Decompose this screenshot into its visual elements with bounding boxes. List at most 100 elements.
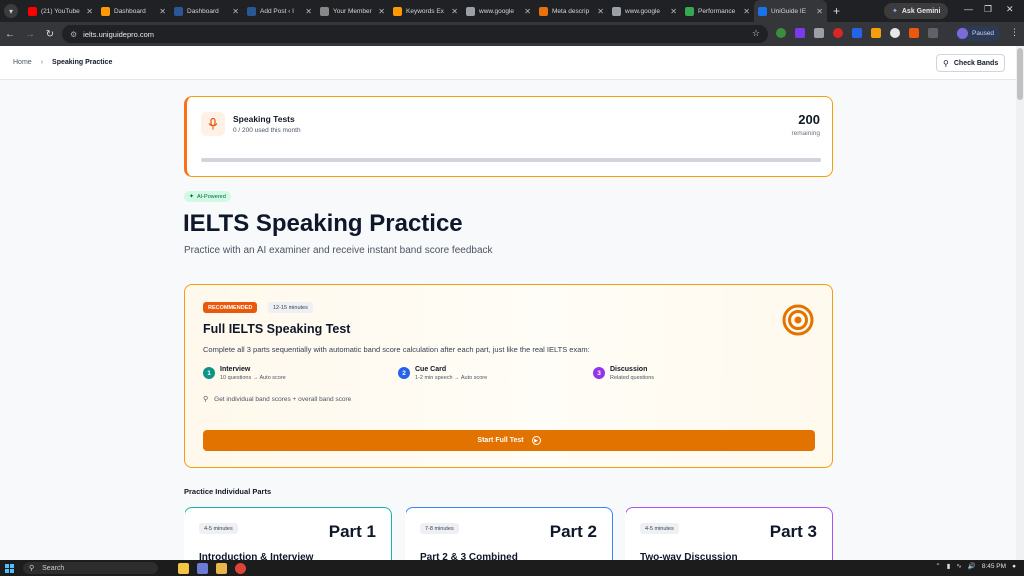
tab-7[interactable]: Meta descrip ✕	[535, 0, 608, 22]
tab-close-icon[interactable]: ✕	[232, 7, 239, 16]
part-label: Part 2	[549, 522, 597, 541]
tab-4[interactable]: Your Member ✕	[316, 0, 389, 22]
tab-close-icon[interactable]: ✕	[524, 7, 531, 16]
check-bands-label: Check Bands	[953, 59, 999, 67]
breadcrumb-current: Speaking Practice	[52, 59, 113, 66]
recommended-badge: RECOMMENDED	[203, 302, 258, 313]
check-bands-button[interactable]: ⚲ Check Bands	[936, 54, 1006, 72]
tab-close-icon[interactable]: ✕	[670, 7, 677, 16]
usage-subtitle: 0 / 200 used this month	[233, 127, 301, 134]
ask-gemini-button[interactable]: ✦ Ask Gemini	[884, 3, 949, 19]
page-subtitle: Practice with an AI examiner and receive…	[184, 245, 493, 256]
step-number: 1	[203, 367, 215, 379]
site-info-icon[interactable]: ⚙	[70, 30, 77, 39]
tab-6[interactable]: www.google ✕	[462, 0, 535, 22]
tab-8[interactable]: www.google ✕	[608, 0, 681, 22]
chrome-icon[interactable]	[235, 562, 246, 574]
windows-start-icon[interactable]	[5, 563, 14, 573]
part-duration-badge: 4-5 minutes	[199, 523, 238, 534]
window-close-icon[interactable]: ✕	[1006, 4, 1014, 15]
extension-red-icon[interactable]	[833, 28, 843, 38]
restore-icon[interactable]: ❐	[984, 4, 992, 15]
search-placeholder: Search	[42, 564, 65, 572]
grammarly-extension-icon[interactable]	[776, 28, 786, 38]
part-name: Introduction & Interview	[199, 552, 314, 560]
tab-favicon-icon	[101, 6, 110, 16]
step-interview: 1 Interview 10 questions → Auto score	[203, 366, 286, 381]
url-text[interactable]: ielts.uniguidepro.com	[83, 30, 154, 39]
tab-title: www.google	[479, 7, 515, 15]
forward-icon[interactable]: →	[20, 29, 40, 40]
tab-title: www.google	[625, 7, 661, 15]
tab-close-icon[interactable]: ✕	[159, 7, 166, 16]
tab-9[interactable]: Performance ✕	[681, 0, 754, 22]
tab-title: Meta descrip	[552, 7, 590, 15]
battery-icon[interactable]: ▮	[947, 562, 951, 570]
extension-circle-icon[interactable]	[890, 28, 900, 38]
tab-10-active[interactable]: UniGuide IE ✕	[754, 0, 827, 22]
full-test-card[interactable]: RECOMMENDED 12-15 minutes Full IELTS Spe…	[184, 284, 833, 468]
tab-5[interactable]: Keywords Ex ✕	[389, 0, 462, 22]
profile-status: Paused	[972, 30, 995, 37]
tab-close-icon[interactable]: ✕	[378, 7, 385, 16]
notification-bell-icon[interactable]: ●	[1012, 563, 1016, 570]
tab-2[interactable]: Dashboard ✕	[170, 0, 243, 22]
task-view-icon[interactable]	[197, 562, 208, 574]
tab-0[interactable]: (21) YouTube ✕	[24, 0, 97, 22]
tab-search-button[interactable]: ▾	[4, 4, 18, 18]
volume-icon[interactable]: 🔊	[968, 562, 976, 570]
start-full-test-button[interactable]: Start Full Test ▶	[203, 430, 815, 451]
wifi-icon[interactable]: ∿	[956, 562, 961, 570]
clock[interactable]: 8:45 PM	[982, 563, 1006, 570]
tab-close-icon[interactable]: ✕	[451, 7, 458, 16]
extensions-puzzle-icon[interactable]	[928, 28, 938, 38]
back-icon[interactable]: ←	[0, 29, 20, 40]
extension-s-icon[interactable]	[795, 28, 805, 38]
tab-close-icon[interactable]: ✕	[816, 7, 823, 16]
part-2-card[interactable]: 7-8 minutes Part 2 Part 2 & 3 Combined	[404, 507, 613, 560]
tab-title: Dashboard	[187, 7, 219, 15]
tab-title: Add Post ‹ I	[260, 7, 294, 15]
step-number: 3	[593, 367, 605, 379]
extension-amazon-icon[interactable]	[871, 28, 881, 38]
windows-taskbar: ⚲ Search ⌃ ▮ ∿ 🔊 8:45 PM ●	[0, 560, 1024, 576]
copilot-sparkle-icon[interactable]	[178, 562, 189, 574]
breadcrumb-home-link[interactable]: Home	[13, 59, 32, 66]
part-3-card[interactable]: 4-5 minutes Part 3 Two-way Discussion	[624, 507, 833, 560]
scrollbar-thumb[interactable]	[1017, 48, 1023, 100]
file-explorer-icon[interactable]	[216, 562, 227, 574]
profile-button[interactable]: Paused	[955, 26, 1001, 41]
taskbar-search[interactable]: ⚲ Search	[23, 562, 158, 574]
reload-icon[interactable]: ↻	[40, 29, 60, 40]
bookmark-star-icon[interactable]: ☆	[752, 28, 760, 39]
extension-shield-icon[interactable]	[852, 28, 862, 38]
tab-favicon-icon	[393, 6, 402, 16]
breadcrumb: Home › Speaking Practice	[13, 59, 112, 66]
tab-favicon-icon	[612, 6, 621, 16]
tab-3[interactable]: Add Post ‹ I ✕	[243, 0, 316, 22]
tab-close-icon[interactable]: ✕	[743, 7, 750, 16]
full-test-note: ⚲ Get individual band scores + overall ba…	[203, 395, 351, 404]
target-icon	[782, 304, 814, 336]
tab-close-icon[interactable]: ✕	[305, 7, 312, 16]
part-name: Two-way Discussion	[640, 552, 738, 560]
new-tab-icon[interactable]: +	[833, 4, 840, 18]
extension-orange-icon[interactable]	[909, 28, 919, 38]
part-1-card[interactable]: 4-5 minutes Part 1 Introduction & Interv…	[183, 507, 392, 560]
minimize-icon[interactable]: —	[964, 4, 973, 14]
page-scrollbar[interactable]	[1016, 46, 1024, 560]
tab-favicon-icon	[320, 6, 329, 16]
tab-1[interactable]: Dashboard ✕	[97, 0, 170, 22]
chevron-up-icon[interactable]: ⌃	[935, 562, 940, 570]
microphone-icon	[201, 112, 225, 136]
address-bar[interactable]: ⚙ ielts.uniguidepro.com ☆	[62, 25, 768, 43]
browser-menu-icon[interactable]: ⋮	[1010, 27, 1019, 38]
extension-camera-icon[interactable]	[814, 28, 824, 38]
tab-favicon-icon	[28, 6, 37, 16]
full-test-title: Full IELTS Speaking Test	[203, 322, 351, 336]
award-icon: ⚲	[203, 396, 209, 403]
tab-close-icon[interactable]: ✕	[86, 7, 93, 16]
step-description: 10 questions → Auto score	[220, 375, 286, 381]
tab-close-icon[interactable]: ✕	[597, 7, 604, 16]
tab-title: Your Member	[333, 7, 372, 15]
